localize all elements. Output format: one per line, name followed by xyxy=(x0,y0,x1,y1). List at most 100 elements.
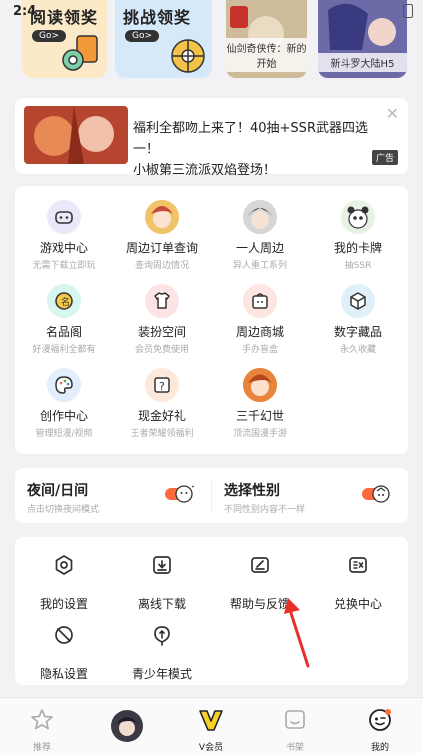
toggle-title: 夜间/日间 xyxy=(27,483,89,499)
nav-mine[interactable]: 我的 xyxy=(350,698,410,753)
service-label: 现金好礼 xyxy=(137,409,186,423)
service-dress-up[interactable]: 装扮空间 会员免费使用 xyxy=(113,284,211,355)
toggle-sub: 不同性别内容不一样 xyxy=(224,505,306,515)
night-mode-switch-icon[interactable] xyxy=(165,484,195,504)
star-icon xyxy=(31,709,53,730)
service-label: 一人周边 xyxy=(235,241,284,255)
gender-select-toggle[interactable]: 选择性别 不同性别内容不一样 xyxy=(212,468,408,523)
gender-switch-icon[interactable] xyxy=(362,484,392,504)
service-merch-store[interactable]: 周边商城 手办盲盒 xyxy=(211,284,309,355)
service-sub: 异人重工系列 xyxy=(232,261,287,271)
settings-youth-mode[interactable]: 青少年模式 xyxy=(113,623,211,682)
service-my-cards[interactable]: 我的卡牌 抽SSR xyxy=(309,200,407,271)
service-game-center[interactable]: 游戏中心 无需下载立即玩 xyxy=(15,200,113,271)
nav-avatar[interactable] xyxy=(97,698,157,749)
download-icon xyxy=(153,556,171,574)
services-grid: 游戏中心 无需下载立即玩 周边订单查询 查询周边情况 一人周边 异人重工系列 我… xyxy=(15,186,408,454)
promo-title: 挑战领奖 xyxy=(123,8,192,27)
service-label: 名品阁 xyxy=(45,325,82,339)
nav-label: 书架 xyxy=(285,743,304,753)
settings-label: 兑换中心 xyxy=(333,597,382,611)
gamepad-icon xyxy=(47,200,81,234)
promo-challenge-reward[interactable]: 挑战领奖 Go> xyxy=(115,0,212,78)
banner-text: 福利全都吻上来了！40抽+SSR武器四选一！ 小椒第三流派双焰登场！ xyxy=(133,118,383,181)
service-label: 创作中心 xyxy=(39,409,88,423)
nav-label: 我的 xyxy=(370,743,389,753)
toggle-panel: 夜间/日间 点击切换夜间模式 选择性别 不同性别内容不一样 xyxy=(15,468,408,523)
promo-game-xianjian[interactable]: 仙剑奇侠传：新的开始 xyxy=(226,0,307,78)
service-sub: 查询周边情况 xyxy=(134,261,189,271)
ad-banner[interactable]: 福利全都吻上来了！40抽+SSR武器四选一！ 小椒第三流派双焰登场！ ✕ 广告 xyxy=(15,98,408,178)
nav-recommend[interactable]: 推荐 xyxy=(12,698,72,753)
service-sub: 王者荣耀领福利 xyxy=(130,429,194,439)
palette-icon xyxy=(47,368,81,402)
service-sub: 管理短漫/视频 xyxy=(35,429,93,439)
service-sub: 顶流国漫手游 xyxy=(232,429,287,439)
shirt-icon xyxy=(145,284,179,318)
settings-panel: 我的设置 离线下载 帮助与反馈 兑换中心 隐私设置 青少年模式 xyxy=(15,537,408,685)
service-sub: 永久收藏 xyxy=(339,345,376,355)
cube-icon xyxy=(341,284,375,318)
nav-bookshelf[interactable]: 书架 xyxy=(265,698,325,753)
service-yiren[interactable]: 一人周边 异人重工系列 xyxy=(211,200,309,271)
settings-label: 隐私设置 xyxy=(39,667,88,681)
promo-game-douluo[interactable]: 新斗罗大陆H5 xyxy=(318,0,407,78)
badge-icon: 名 xyxy=(47,284,81,318)
promo-row: 阅读领奖 Go> 挑战领奖 Go> 仙剑奇侠传：新的开始 新斗罗大陆H5 xyxy=(22,0,414,80)
nav-vip[interactable]: V会员 xyxy=(181,698,241,753)
settings-privacy[interactable]: 隐私设置 xyxy=(15,623,113,682)
promo-caption: 新斗罗大陆H5 xyxy=(318,53,407,72)
wheel-icon xyxy=(171,39,205,73)
book-target-icon xyxy=(62,35,98,71)
avatar-icon xyxy=(243,200,277,234)
service-digital-collectibles[interactable]: 数字藏品 永久收藏 xyxy=(309,284,407,355)
avatar-icon xyxy=(145,200,179,234)
service-order-query[interactable]: 周边订单查询 查询周边情况 xyxy=(113,200,211,271)
avatar-icon xyxy=(243,368,277,402)
service-sanqian-huanshi[interactable]: 三千幻世 顶流国漫手游 xyxy=(211,368,309,439)
gift-box-icon: ? xyxy=(145,368,179,402)
svg-text:名: 名 xyxy=(61,296,70,308)
youth-icon xyxy=(154,626,170,646)
svg-text:?: ? xyxy=(159,380,165,393)
toggle-sub: 点击切换夜间模式 xyxy=(27,505,100,515)
profile-icon xyxy=(369,709,391,731)
service-label: 数字藏品 xyxy=(333,325,382,339)
settings-my-settings[interactable]: 我的设置 xyxy=(15,553,113,612)
settings-offline-download[interactable]: 离线下载 xyxy=(113,553,211,612)
service-mingpinge[interactable]: 名 名品阁 好漫福利全都有 xyxy=(15,284,113,355)
battery-icon xyxy=(403,4,413,18)
banner-image xyxy=(24,106,128,164)
service-label: 周边订单查询 xyxy=(125,241,198,255)
service-creator-center[interactable]: 创作中心 管理短漫/视频 xyxy=(15,368,113,439)
avatar-icon xyxy=(111,710,143,742)
panda-icon xyxy=(341,200,375,234)
service-label: 周边商城 xyxy=(235,325,284,339)
settings-exchange-center[interactable]: 兑换中心 xyxy=(309,553,407,612)
service-cash-gift[interactable]: ? 现金好礼 王者荣耀领福利 xyxy=(113,368,211,439)
service-sub: 无需下载立即玩 xyxy=(32,261,96,271)
promo-go-button[interactable]: Go> xyxy=(125,30,160,42)
night-mode-toggle[interactable]: 夜间/日间 点击切换夜间模式 xyxy=(15,468,211,523)
service-label: 我的卡牌 xyxy=(333,241,382,255)
close-icon[interactable]: ✕ xyxy=(386,104,399,123)
vip-icon xyxy=(199,710,223,731)
annotation-arrow-icon xyxy=(284,598,310,668)
settings-icon xyxy=(55,555,73,575)
ad-badge: 广告 xyxy=(371,150,398,165)
bottom-nav: 推荐 V会员 书架 我的 xyxy=(0,697,423,753)
settings-label: 青少年模式 xyxy=(131,667,192,681)
exchange-icon xyxy=(349,557,367,573)
service-label: 装扮空间 xyxy=(137,325,186,339)
shop-icon xyxy=(243,284,277,318)
service-sub: 好漫福利全都有 xyxy=(32,345,96,355)
service-sub: 抽SSR xyxy=(344,261,372,271)
privacy-icon xyxy=(55,626,73,644)
status-time: 2:4 xyxy=(13,4,37,19)
banner-line-1: 福利全都吻上来了！40抽+SSR武器四选一！ xyxy=(133,121,368,157)
service-sub: 手办盲盒 xyxy=(241,345,278,355)
settings-label: 离线下载 xyxy=(137,597,186,611)
service-label: 三千幻世 xyxy=(235,409,284,423)
service-label: 游戏中心 xyxy=(39,241,88,255)
feedback-icon xyxy=(251,557,269,573)
